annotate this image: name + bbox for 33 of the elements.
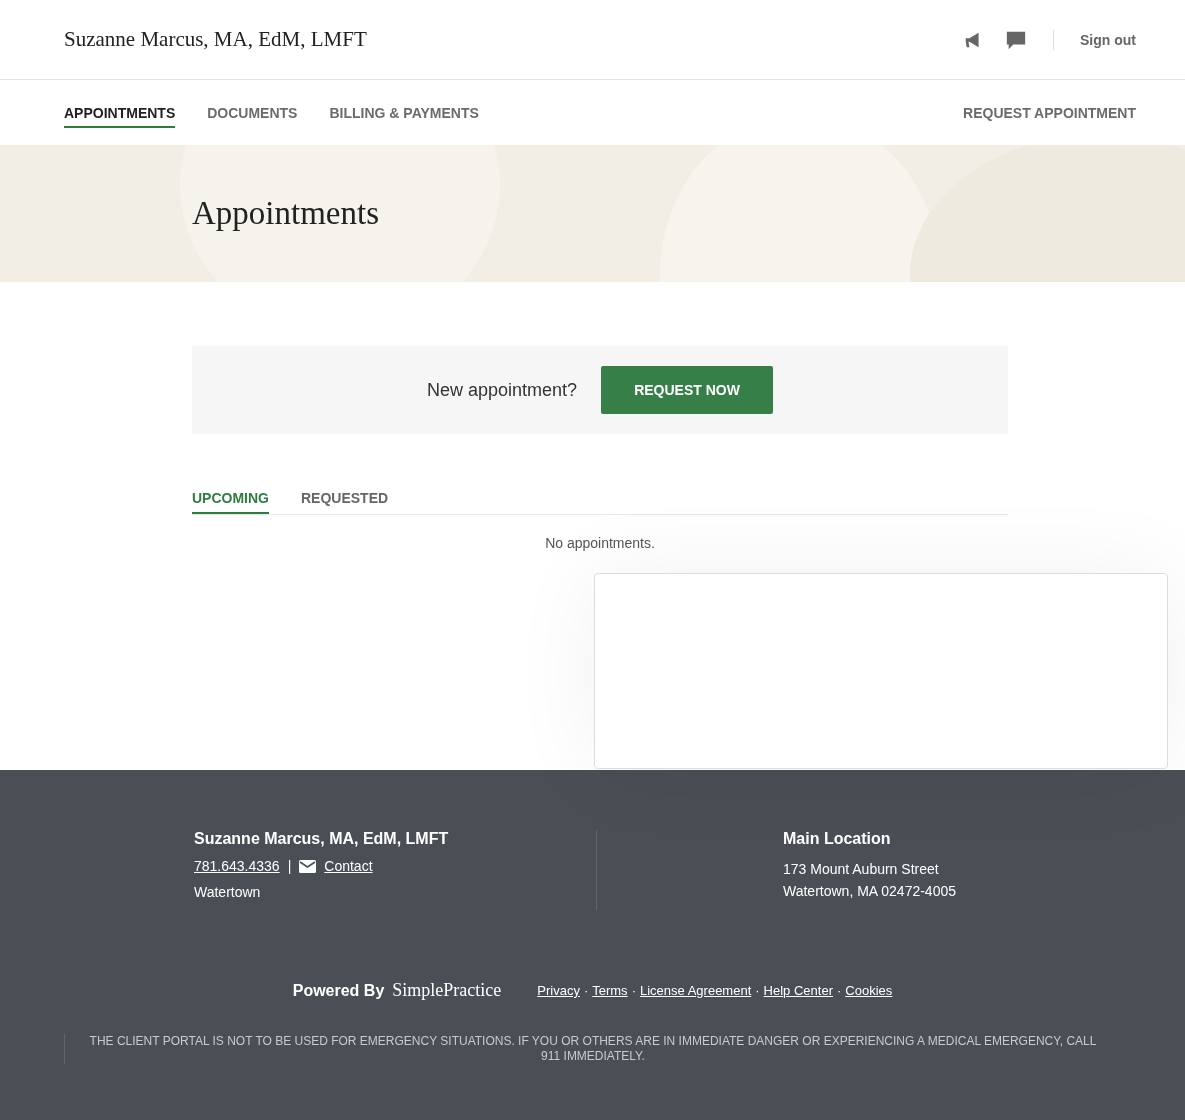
footer-link[interactable]: Cookies <box>845 983 893 998</box>
phone-link[interactable]: 781.643.4336 <box>194 858 280 874</box>
separator-dot: · <box>631 983 636 998</box>
powered-by-text: Powered By <box>292 981 385 1000</box>
emergency-disclaimer: THE CLIENT PORTAL IS NOT TO BE USED FOR EMERGENCY SITUATIONS. IF YOU OR OTHERS ARE IN IMMEDIATE DANGER OR EXPERIENCING A MEDICAL EMERGENCY, CALL 911 IMMEDIATELY. <box>64 1034 1121 1064</box>
footer-link[interactable]: Terms <box>592 983 628 998</box>
mail-icon <box>299 859 317 873</box>
separator-dot: · <box>583 983 589 998</box>
page-title: Appointments <box>192 195 379 232</box>
request-now-button[interactable]: REQUEST NOW <box>601 366 774 414</box>
practice-name: Suzanne Marcus, MA, EdM, LMFT <box>64 27 367 52</box>
nav-tab[interactable]: DOCUMENTS <box>207 97 298 128</box>
address-line: 173 Mount Auburn Street <box>783 860 940 879</box>
city-text: Watertown <box>194 884 262 900</box>
contact-link[interactable]: Contact <box>324 858 373 874</box>
banner-text: New appointment? <box>426 379 578 401</box>
brand-logo: SimplePractice <box>392 980 502 1001</box>
request-appointment-link[interactable]: REQUEST APPOINTMENT <box>963 97 1136 128</box>
footer-name: Suzanne Marcus, MA, EdM, LMFT <box>194 830 450 848</box>
separator-dot: · <box>755 983 760 998</box>
nav-tab[interactable]: BILLING & PAYMENTS <box>329 97 479 128</box>
divider-text: | <box>287 858 292 874</box>
separator-dot: · <box>837 983 842 998</box>
nav-tab[interactable]: APPOINTMENTS <box>64 97 176 128</box>
appointment-tab[interactable]: REQUESTED <box>301 490 389 514</box>
appointment-tab[interactable]: UPCOMING <box>192 490 269 514</box>
footer-link[interactable]: Help Center <box>763 983 833 998</box>
footer-link[interactable]: Privacy <box>537 983 580 998</box>
empty-message: No appointments. <box>544 535 656 551</box>
sign-out-link[interactable]: Sign out <box>1080 31 1136 48</box>
footer-link[interactable]: License Agreement <box>639 983 752 998</box>
address-line: Watertown, MA 02472-4005 <box>783 882 957 901</box>
location-title: Main Location <box>783 830 892 848</box>
